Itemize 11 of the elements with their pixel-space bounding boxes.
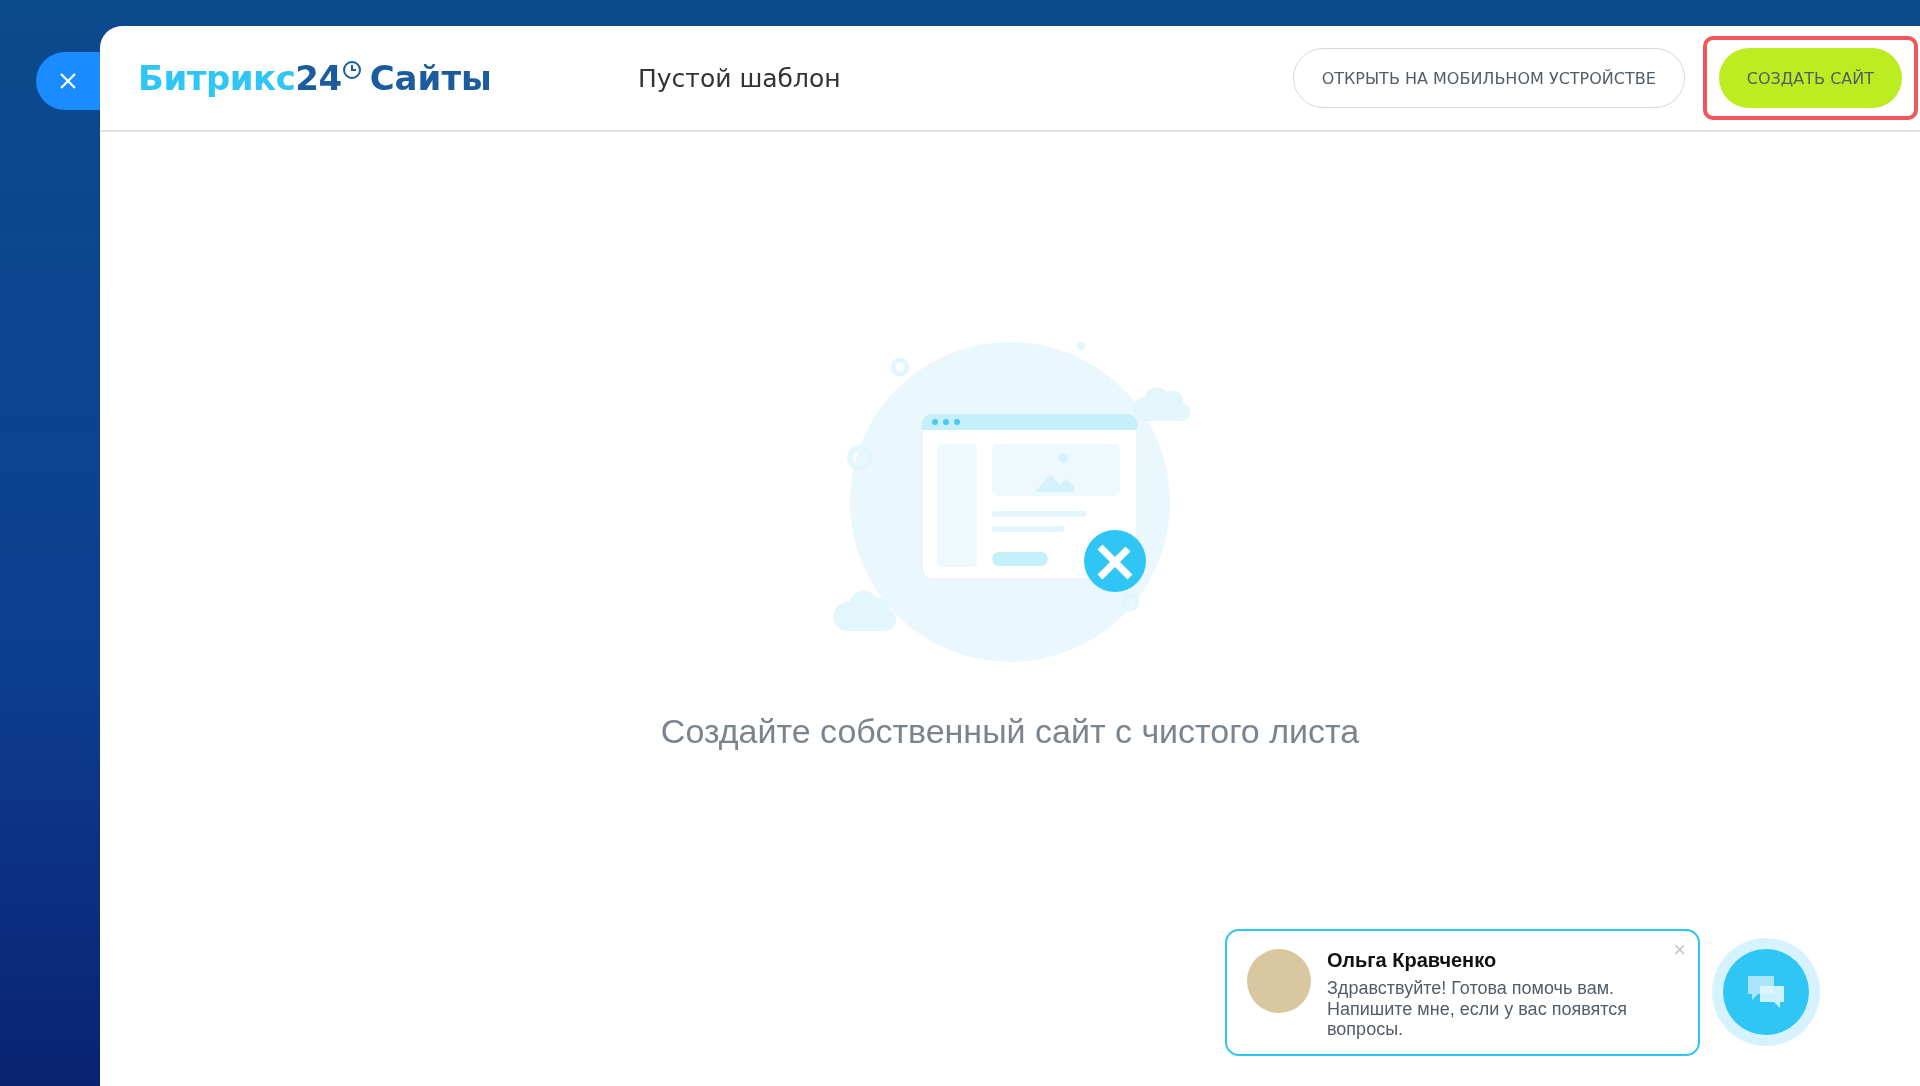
close-icon — [59, 72, 77, 90]
create-site-button[interactable]: СОЗДАТЬ САЙТ — [1718, 48, 1902, 108]
clock-icon — [341, 60, 362, 80]
close-button[interactable] — [36, 52, 100, 110]
logo-text: Битрикс24 — [138, 58, 342, 98]
logo-product-text: Сайты — [369, 58, 492, 98]
chat-message: Здравствуйте! Готова помочь вам. Напишите мне, если у вас появятся вопросы. — [1327, 977, 1629, 1040]
empty-state-caption: Создайте собственный сайт с чистого листа — [660, 712, 1360, 751]
operator-name: Ольга Кравченко — [1327, 948, 1498, 972]
open-mobile-button[interactable]: ОТКРЫТЬ НА МОБИЛЬНОМ УСТРОЙСТВЕ — [1292, 48, 1685, 108]
page-title: Пустой шаблон — [638, 63, 842, 93]
